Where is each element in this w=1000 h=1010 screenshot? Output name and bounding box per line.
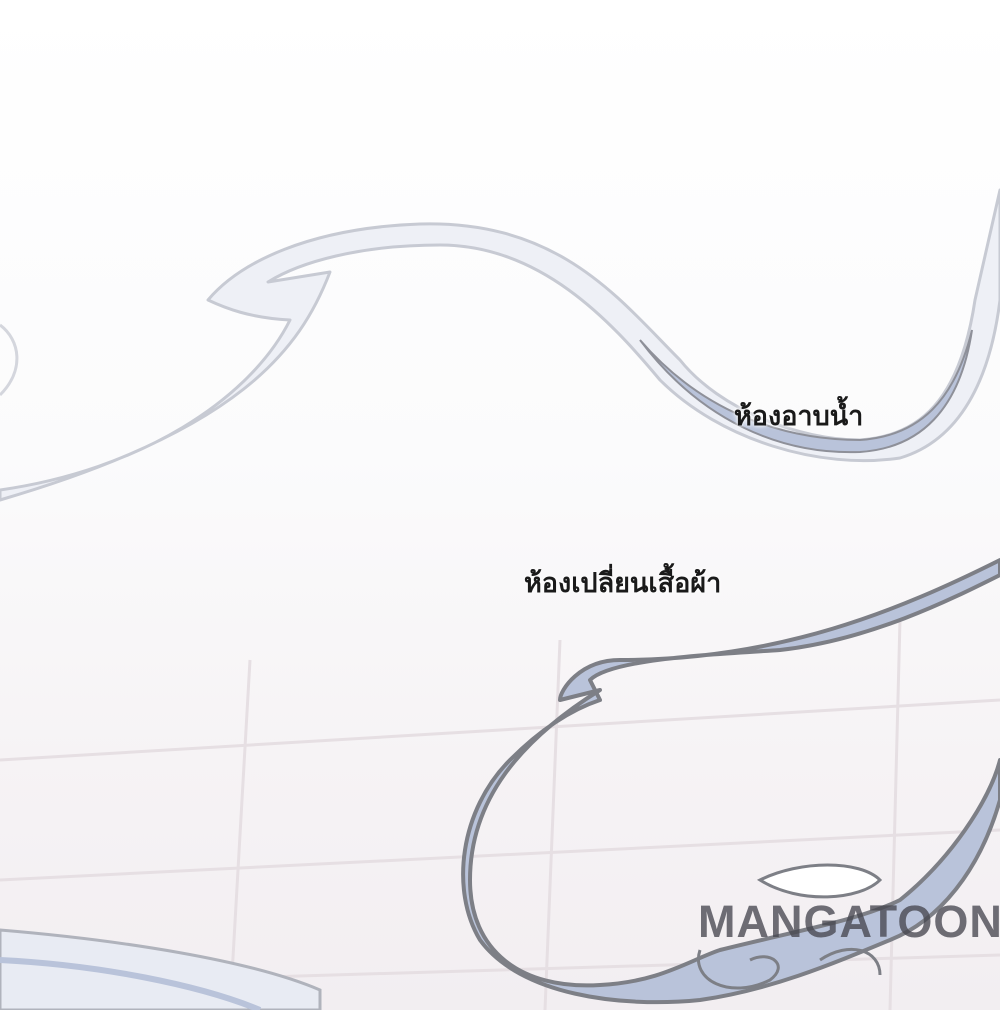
- caption-bathroom: ห้องอาบน้ำ: [734, 401, 864, 432]
- comic-panel: ห้องอาบน้ำ ห้องเปลี่ยนเสื้อผ้า MANGATOON: [0, 0, 1000, 1010]
- ribbon-artwork: [0, 188, 1000, 1010]
- caption-changing-room: ห้องเปลี่ยนเสื้อผ้า: [524, 568, 722, 599]
- upper-ribbon: [0, 188, 1000, 502]
- mangatoon-watermark: MANGATOON: [698, 896, 1000, 947]
